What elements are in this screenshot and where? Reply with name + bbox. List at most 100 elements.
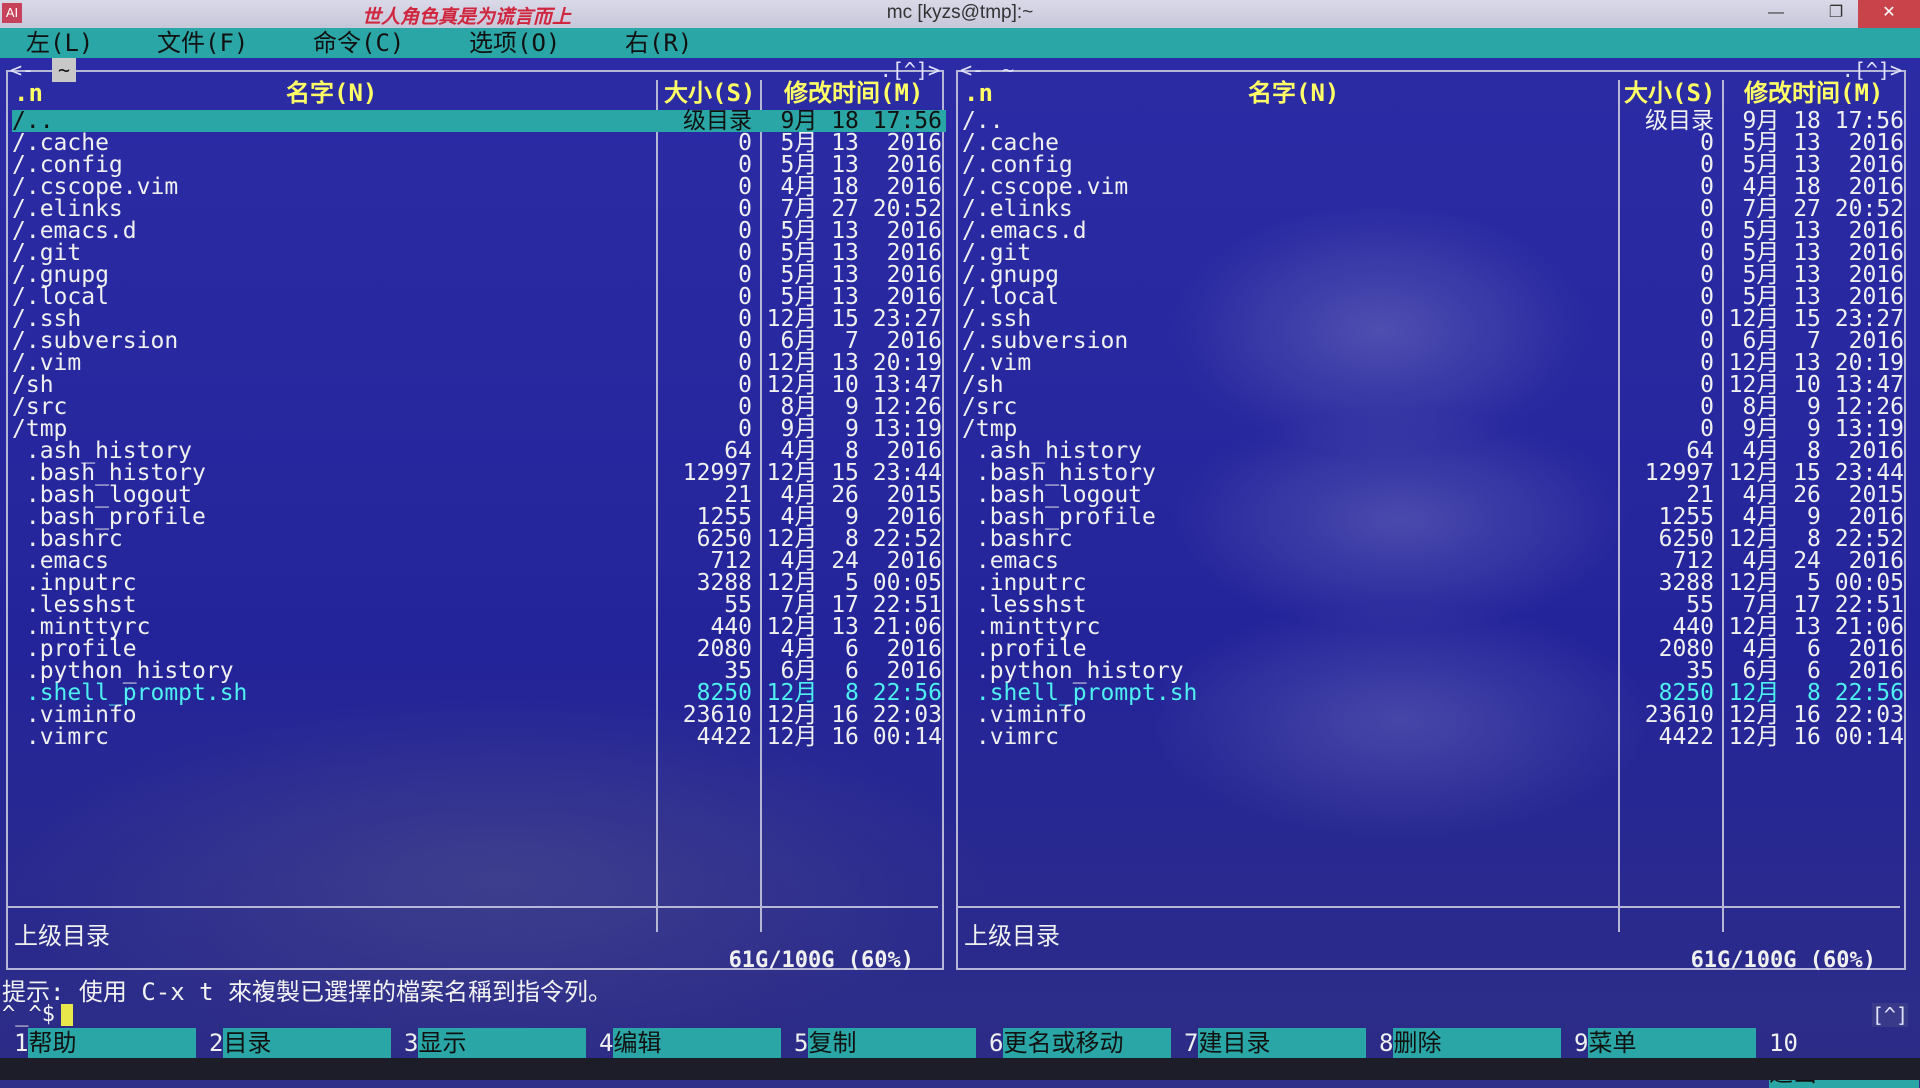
file-row[interactable]: /.emacs.d 0 5月 13 2016: [962, 220, 1908, 243]
fkey-7[interactable]: 7建目录: [1184, 1028, 1367, 1058]
left-col-size[interactable]: 大小(S): [664, 80, 755, 106]
file-row[interactable]: .vimrc 4422 12月 16 00:14: [962, 726, 1908, 749]
file-row[interactable]: .shell_prompt.sh 8250 12月 8 22:56: [12, 682, 946, 705]
file-row[interactable]: /.git 0 5月 13 2016: [962, 242, 1908, 265]
file-row[interactable]: /tmp 0 9月 9 13:19: [12, 418, 946, 441]
file-mtime: 7月 17 22:51: [1742, 592, 1904, 618]
file-mtime: 12月 8 22:52: [1728, 526, 1904, 552]
file-row[interactable]: /.emacs.d 0 5月 13 2016: [12, 220, 946, 243]
file-row[interactable]: .minttyrc 440 12月 13 21:06: [12, 616, 946, 639]
file-row[interactable]: /.gnupg 0 5月 13 2016: [962, 264, 1908, 287]
prompt-tag[interactable]: [^]: [1871, 1003, 1908, 1027]
left-panel-path[interactable]: ~: [52, 58, 77, 82]
file-row[interactable]: /.ssh 0 12月 15 23:27: [962, 308, 1908, 331]
file-row[interactable]: /.gnupg 0 5月 13 2016: [12, 264, 946, 287]
file-row[interactable]: .bash_profile 1255 4月 9 2016: [12, 506, 946, 529]
fkey-1[interactable]: 1帮助: [14, 1028, 197, 1058]
fkey-9[interactable]: 9菜单: [1574, 1028, 1757, 1058]
file-row[interactable]: /.config 0 5月 13 2016: [12, 154, 946, 177]
file-row[interactable]: /sh 0 12月 10 13:47: [12, 374, 946, 397]
file-row[interactable]: .bash_logout 21 4月 26 2015: [962, 484, 1908, 507]
right-panel[interactable]: <- ~ .[^]> .n 名字(N) 大小(S) 修改时间(M) /.. 级目录…: [956, 58, 1908, 973]
menu-right[interactable]: 右(R): [625, 28, 692, 58]
file-row[interactable]: /.local 0 5月 13 2016: [962, 286, 1908, 309]
file-row[interactable]: /.elinks 0 7月 27 20:52: [962, 198, 1908, 221]
file-row[interactable]: /.git 0 5月 13 2016: [12, 242, 946, 265]
file-row[interactable]: /.local 0 5月 13 2016: [12, 286, 946, 309]
file-row[interactable]: .profile 2080 4月 6 2016: [962, 638, 1908, 661]
file-row[interactable]: .viminfo 23610 12月 16 22:03: [962, 704, 1908, 727]
file-row[interactable]: .lesshst 55 7月 17 22:51: [962, 592, 1908, 618]
file-row[interactable]: .emacs 712 4月 24 2016: [12, 550, 946, 573]
file-row[interactable]: /.ssh 0 12月 15 23:27: [12, 308, 946, 331]
menu-options[interactable]: 选项(O): [469, 28, 560, 58]
file-row[interactable]: .inputrc 3288 12月 5 00:05: [962, 572, 1908, 595]
right-col-size[interactable]: 大小(S): [1624, 80, 1715, 106]
file-size: 0: [738, 130, 752, 156]
left-col-time[interactable]: 修改时间(M): [784, 80, 923, 106]
minimize-icon[interactable]: —: [1756, 0, 1796, 28]
file-mtime: 8月 9 12:26: [1742, 394, 1904, 420]
file-row[interactable]: /.vim 0 12月 13 20:19: [12, 352, 946, 375]
fkey-3[interactable]: 3显示: [404, 1028, 587, 1058]
file-row[interactable]: /src 0 8月 9 12:26: [962, 394, 1908, 420]
file-row[interactable]: /src 0 8月 9 12:26: [12, 396, 946, 419]
left-panel[interactable]: <- ~ .[^]> .n 名字(N) 大小(S) 修改时间(M) /.. 级目录…: [6, 58, 946, 973]
fkey-label: 复制: [808, 1028, 977, 1058]
file-row[interactable]: .bash_history 12997 12月 15 23:44: [12, 462, 946, 485]
file-row[interactable]: /.config 0 5月 13 2016: [962, 154, 1908, 177]
file-mtime: 12月 13 21:06: [1728, 614, 1904, 640]
file-row[interactable]: /.subversion 0 6月 7 2016: [962, 330, 1908, 353]
file-row[interactable]: .minttyrc 440 12月 13 21:06: [962, 614, 1908, 640]
file-row-parent-dir[interactable]: /.. 级目录 9月 18 17:56: [962, 110, 1908, 133]
file-row[interactable]: .profile 2080 4月 6 2016: [12, 638, 946, 661]
file-row[interactable]: .python_history 35 6月 6 2016: [12, 660, 946, 683]
fkey-2[interactable]: 2目录: [209, 1028, 392, 1058]
file-row[interactable]: /.cscope.vim 0 4月 18 2016: [962, 176, 1908, 199]
command-prompt[interactable]: ^_^$: [2, 1002, 73, 1027]
right-sort-indicator[interactable]: .n: [964, 80, 993, 106]
file-row[interactable]: /.cache 0 5月 13 2016: [12, 130, 946, 156]
fkey-4[interactable]: 4编辑: [599, 1028, 782, 1058]
fkey-6[interactable]: 6更名或移动: [989, 1028, 1172, 1058]
file-mtime: 12月 16 00:14: [766, 724, 942, 750]
file-row[interactable]: .python_history 35 6月 6 2016: [962, 660, 1908, 683]
file-row[interactable]: /.cache 0 5月 13 2016: [962, 132, 1908, 155]
file-row[interactable]: .bash_profile 1255 4月 9 2016: [962, 506, 1908, 529]
menu-command[interactable]: 命令(C): [313, 28, 404, 58]
file-row[interactable]: .bashrc 6250 12月 8 22:52: [12, 528, 946, 551]
file-row[interactable]: .bashrc 6250 12月 8 22:52: [962, 526, 1908, 552]
file-row[interactable]: .lesshst 55 7月 17 22:51: [12, 594, 946, 617]
file-row[interactable]: .inputrc 3288 12月 5 00:05: [12, 572, 946, 595]
file-row[interactable]: /.cscope.vim 0 4月 18 2016: [12, 176, 946, 199]
file-row[interactable]: .viminfo 23610 12月 16 22:03: [12, 704, 946, 727]
file-row[interactable]: /.elinks 0 7月 27 20:52: [12, 198, 946, 221]
file-row[interactable]: .bash_logout 21 4月 26 2015: [12, 484, 946, 507]
file-row-parent-dir[interactable]: /.. 级目录 9月 18 17:56: [12, 110, 946, 133]
file-row[interactable]: /.subversion 0 6月 7 2016: [12, 330, 946, 353]
fkey-8[interactable]: 8删除: [1379, 1028, 1562, 1058]
left-sort-indicator[interactable]: .n: [14, 80, 43, 106]
file-row[interactable]: .ash_history 64 4月 8 2016: [962, 438, 1908, 464]
close-icon[interactable]: ✕: [1858, 0, 1920, 28]
file-row[interactable]: /sh 0 12月 10 13:47: [962, 374, 1908, 397]
left-col-name[interactable]: 名字(N): [286, 80, 377, 106]
file-row[interactable]: .vimrc 4422 12月 16 00:14: [12, 724, 946, 750]
fkey-5[interactable]: 5复制: [794, 1028, 977, 1058]
file-row[interactable]: .bash_history 12997 12月 15 23:44: [962, 460, 1908, 486]
file-mtime: 12月 15 23:44: [1728, 460, 1904, 486]
file-name: .ash_history: [962, 438, 1143, 464]
right-panel-path[interactable]: ~: [1002, 58, 1014, 82]
fkey-10[interactable]: 10退出: [1769, 1028, 1920, 1088]
menu-left[interactable]: 左(L): [26, 28, 93, 58]
right-panel-divider: [958, 906, 1900, 908]
maximize-icon[interactable]: ❐: [1816, 0, 1856, 28]
right-col-name[interactable]: 名字(N): [1248, 80, 1339, 106]
file-row[interactable]: .emacs 712 4月 24 2016: [962, 550, 1908, 573]
menu-file[interactable]: 文件(F): [157, 28, 248, 58]
file-row[interactable]: .ash_history 64 4月 8 2016: [12, 440, 946, 463]
file-row[interactable]: /.vim 0 12月 13 20:19: [962, 352, 1908, 375]
file-row[interactable]: /tmp 0 9月 9 13:19: [962, 418, 1908, 441]
file-row[interactable]: .shell_prompt.sh 8250 12月 8 22:56: [962, 682, 1908, 705]
right-col-time[interactable]: 修改时间(M): [1744, 80, 1883, 106]
